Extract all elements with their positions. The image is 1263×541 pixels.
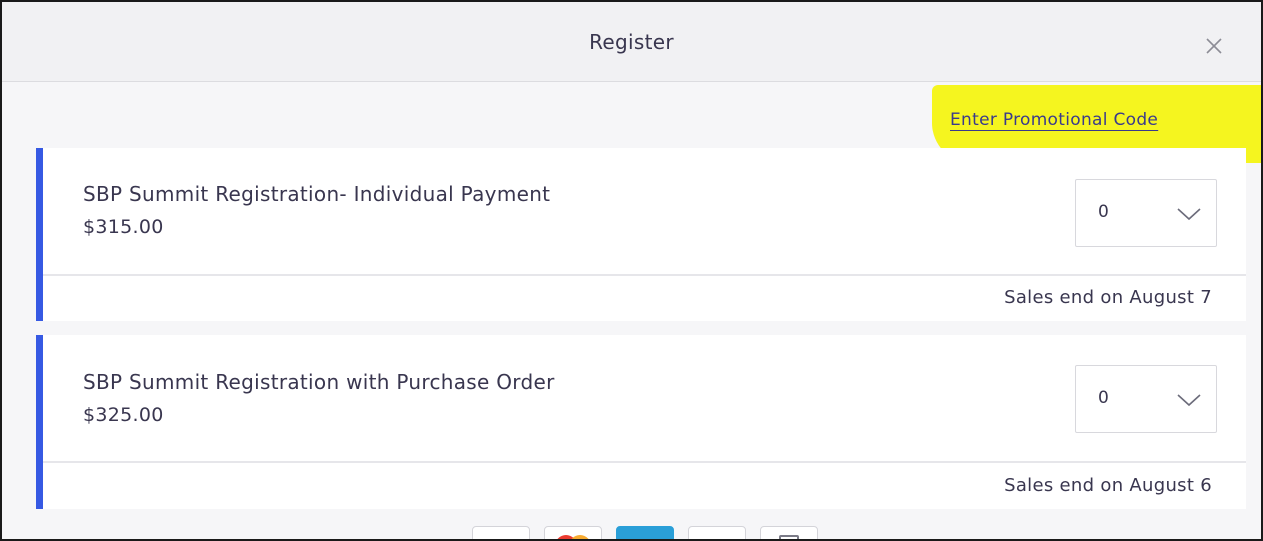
chevron-down-icon — [1177, 208, 1201, 221]
ticket-main: SBP Summit Registration with Purchase Or… — [43, 335, 1246, 463]
amex-icon — [616, 526, 674, 539]
ticket-footer: Sales end on August 7 — [43, 277, 1246, 321]
close-icon[interactable] — [1200, 32, 1228, 60]
modal-header: Register — [2, 2, 1261, 82]
quantity-value: 0 — [1098, 202, 1109, 222]
sales-end-text: Sales end on August 6 — [1004, 475, 1212, 496]
sales-end-text: Sales end on August 7 — [1004, 287, 1212, 308]
ticket-name: SBP Summit Registration- Individual Paym… — [83, 182, 551, 206]
payment-methods — [472, 526, 832, 539]
ticket-card: SBP Summit Registration with Purchase Or… — [36, 335, 1246, 509]
ticket-price: $315.00 — [83, 216, 164, 238]
close-button[interactable] — [1200, 32, 1228, 60]
mastercard-icon — [544, 526, 602, 539]
discover-icon — [688, 526, 746, 539]
ticket-accent-bar — [36, 148, 43, 321]
ticket-card: SBP Summit Registration- Individual Paym… — [36, 148, 1246, 321]
ticket-accent-bar — [36, 335, 43, 509]
ticket-price: $325.00 — [83, 404, 164, 426]
promo-code-link[interactable]: Enter Promotional Code — [950, 110, 1158, 130]
quantity-select[interactable]: 0 — [1075, 365, 1217, 433]
generic-card-icon — [760, 526, 818, 539]
ticket-name: SBP Summit Registration with Purchase Or… — [83, 370, 555, 394]
register-modal: Register Enter Promotional Code SBP Summ… — [0, 0, 1263, 541]
ticket-footer: Sales end on August 6 — [43, 465, 1246, 509]
quantity-select[interactable]: 0 — [1075, 179, 1217, 247]
visa-icon — [472, 526, 530, 539]
quantity-value: 0 — [1098, 388, 1109, 408]
modal-title: Register — [589, 30, 674, 54]
chevron-down-icon — [1177, 394, 1201, 407]
ticket-main: SBP Summit Registration- Individual Paym… — [43, 148, 1246, 276]
